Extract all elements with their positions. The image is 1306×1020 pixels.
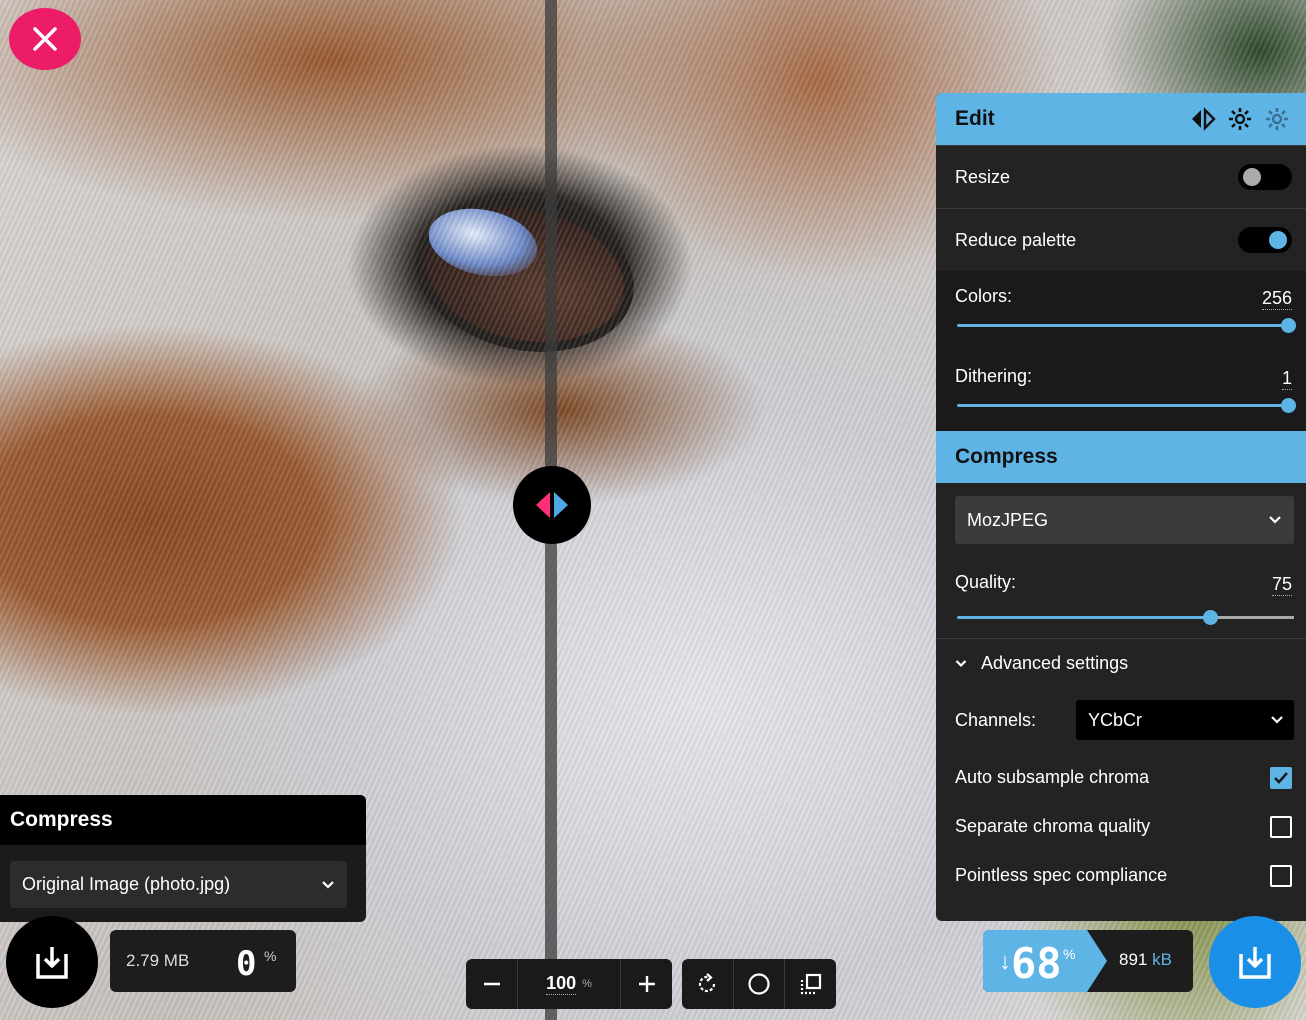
quality-slider[interactable] [957,610,1294,625]
download-compressed-button[interactable] [1209,916,1301,1008]
advanced-settings-toggle[interactable]: Advanced settings [936,639,1306,687]
dithering-label: Dithering: [955,366,1033,386]
reduce-palette-toggle[interactable] [1238,227,1292,253]
pointless-spec-compliance-checkbox[interactable] [1270,864,1292,887]
separate-chroma-quality-checkbox[interactable] [1270,815,1292,838]
rotate-icon [699,973,716,993]
channels-select[interactable]: YCbCr [1076,700,1294,740]
compress-header: Compress [936,431,1306,483]
original-file-size: 2.79 MB [126,951,190,970]
size-reduction-percent-sign: % [1063,946,1076,962]
pointless-spec-compliance-label: Pointless spec compliance [955,865,1168,885]
compressed-file-size: 891 kB [1119,950,1172,970]
auto-subsample-chroma-checkbox[interactable] [1270,766,1292,789]
gear-icon [1229,108,1251,130]
zoom-toolbar: 100 % [466,959,672,1009]
background-toggle-button[interactable] [732,959,785,1009]
down-arrow-icon: ↓ [999,948,1011,975]
photo-eye-region [401,178,649,372]
close-icon [33,27,57,51]
size-reduction-percent: 68 [1011,939,1062,988]
crop-icon [800,973,821,995]
codec-select-value: MozJPEG [967,509,1049,530]
dithering-slider[interactable] [957,398,1296,413]
quality-slider-thumb[interactable] [1202,610,1218,625]
quality-label: Quality: [955,572,1017,592]
check-icon [1274,771,1288,784]
size-reduction-badge: ↓ 68 % [983,930,1107,992]
separate-chroma-quality-label: Separate chroma quality [955,816,1151,836]
auto-subsample-chroma-label: Auto subsample chroma [955,767,1150,787]
auto-subsample-chroma-row: Auto subsample chroma [936,753,1306,802]
swap-sides-icon [1192,107,1216,131]
zoom-value: 100 [546,973,577,995]
left-panel-title: Compress [0,795,366,845]
channels-select-value: YCbCr [1088,709,1143,730]
dithering-value[interactable]: 1 [1281,368,1292,390]
view-tools-toolbar [682,959,836,1009]
resize-row: Resize [936,145,1306,208]
channels-label: Channels: [955,709,1037,730]
colors-slider[interactable] [957,318,1296,333]
zoom-unit: % [582,978,592,990]
colors-slider-thumb[interactable] [1281,318,1296,333]
close-button[interactable] [9,8,81,70]
edit-header: Edit [936,93,1306,145]
compressed-size-stats: ↓ 68 % 891 kB [983,930,1193,992]
codec-select[interactable]: MozJPEG [955,496,1294,544]
palette-options: Colors: 256 Dithering: 1 [936,271,1306,431]
left-source-select-value: Original Image (photo.jpg) [22,874,231,894]
right-options-panel: Edit Resize Reduce palette Colors: 256 D… [936,93,1306,921]
minus-icon [483,982,500,986]
colors-value[interactable]: 256 [1261,288,1292,310]
chevron-down-icon [322,880,334,889]
copy-settings-button[interactable] [1223,102,1257,136]
edit-title: Edit [955,107,995,130]
chevron-down-icon [1271,716,1283,724]
download-original-button[interactable] [6,916,98,1008]
resize-label: Resize [955,166,1011,187]
plus-icon [638,976,655,992]
reduce-palette-row: Reduce palette [936,208,1306,271]
compressed-size-value: 891 [1119,950,1148,969]
zoom-in-button[interactable] [621,959,672,1009]
swap-sides-button[interactable] [1186,102,1220,136]
quality-slider-row: Quality: 75 [936,544,1306,639]
quality-value[interactable]: 75 [1271,574,1292,596]
left-compress-panel: Compress Original Image (photo.jpg) [0,795,366,922]
crop-button[interactable] [784,959,836,1009]
circle-icon [748,973,770,995]
reduce-palette-label: Reduce palette [955,229,1077,250]
photo-eye-reflection [422,199,544,286]
original-percent-sign: % [264,948,277,964]
advanced-settings-label: Advanced settings [981,652,1129,673]
zoom-out-button[interactable] [466,959,517,1009]
compressed-size-unit: kB [1152,950,1172,969]
rotate-button[interactable] [682,959,733,1009]
download-icon [36,947,68,979]
original-size-percent: 0 [236,944,257,984]
import-settings-button[interactable] [1260,102,1294,136]
colors-slider-row: Colors: 256 [955,271,1296,351]
dithering-slider-thumb[interactable] [1281,398,1296,413]
quality-slider-rest [1209,616,1294,619]
dithering-slider-row: Dithering: 1 [955,351,1296,431]
arrow-left-icon [536,492,550,518]
zoom-level[interactable]: 100 % [517,959,621,1009]
resize-toggle[interactable] [1238,164,1292,190]
gear-icon [1266,108,1288,130]
separate-chroma-quality-row: Separate chroma quality [936,802,1306,851]
chevron-down-icon [955,659,967,667]
original-size-stats: 2.79 MB 0 % [110,930,296,992]
chevron-down-icon [1269,516,1281,524]
colors-label: Colors: [955,286,1013,306]
download-icon [1239,947,1271,979]
channels-row: Channels: YCbCr [936,687,1306,753]
left-source-select[interactable]: Original Image (photo.jpg) [10,861,347,908]
comparison-divider-handle[interactable] [513,466,591,544]
arrow-right-icon [554,492,568,518]
pointless-spec-compliance-row: Pointless spec compliance [936,851,1306,900]
